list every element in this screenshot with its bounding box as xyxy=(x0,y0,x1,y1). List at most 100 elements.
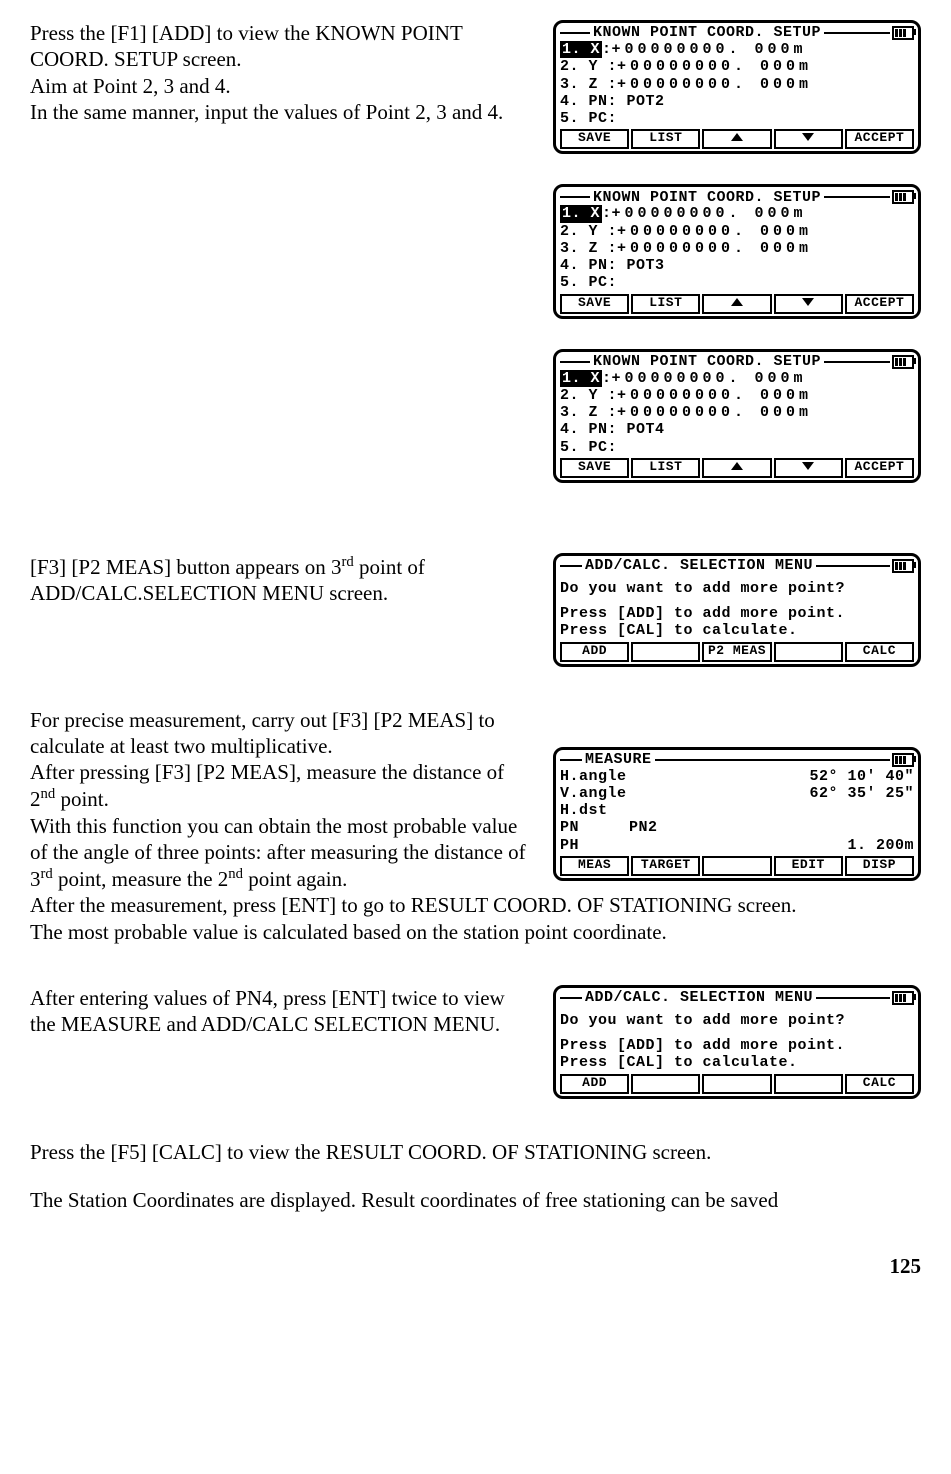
text: After pressing [F3] [P2 MEAS], measure t… xyxy=(30,759,520,813)
battery-icon xyxy=(892,26,914,40)
softkey-list[interactable]: LIST xyxy=(631,129,700,149)
instruction-text-5: Press the [F5] [CALC] to view the RESULT… xyxy=(30,1139,920,1214)
softkey-list[interactable]: LIST xyxy=(631,294,700,314)
softkey-save[interactable]: SAVE xyxy=(560,458,629,478)
instruction-text-4: After entering values of PN4, press [ENT… xyxy=(30,985,520,1038)
field-z-label[interactable]: 3. Z xyxy=(560,404,598,421)
softkey-p2meas[interactable]: P2 MEAS xyxy=(702,642,771,662)
text: The Station Coordinates are displayed. R… xyxy=(30,1187,920,1213)
softkey-blank[interactable] xyxy=(631,642,700,662)
softkey-save[interactable]: SAVE xyxy=(560,129,629,149)
prompt-question: Do you want to add more point? xyxy=(560,1012,914,1029)
softkey-calc[interactable]: CALC xyxy=(845,642,914,662)
device-screen-addcalc: ADD/CALC. SELECTION MENU Do you want to … xyxy=(553,985,921,1099)
softkey-accept[interactable]: ACCEPT xyxy=(845,129,914,149)
softkey-up[interactable] xyxy=(702,458,771,478)
softkey-disp[interactable]: DISP xyxy=(845,856,914,876)
softkey-up[interactable] xyxy=(702,129,771,149)
instruction-text-2: [F3] [P2 MEAS] button appears on 3rd poi… xyxy=(30,553,520,607)
field-x-value: +00000000. 000m xyxy=(612,205,807,222)
field-pn-value: POT4 xyxy=(627,421,665,438)
field-x-label[interactable]: 1. X xyxy=(560,370,602,387)
softkey-down[interactable] xyxy=(774,294,843,314)
device-screen-measure: MEASURE H.angle52° 10′ 40″ V.angle62° 35… xyxy=(553,747,921,881)
field-pc-label[interactable]: 5. PC xyxy=(560,110,608,127)
softkey-accept[interactable]: ACCEPT xyxy=(845,294,914,314)
ph-label: PH xyxy=(560,837,579,854)
field-z-value: +00000000. 000m xyxy=(617,240,812,257)
field-z-value: +00000000. 000m xyxy=(617,76,812,93)
battery-icon xyxy=(892,753,914,767)
field-y-value: +00000000. 000m xyxy=(617,223,812,240)
field-pc-label[interactable]: 5. PC xyxy=(560,439,608,456)
prompt-question: Do you want to add more point? xyxy=(560,580,914,597)
prompt-line1: Press [ADD] to add more point. xyxy=(560,605,914,622)
battery-icon xyxy=(892,991,914,1005)
field-pc-label[interactable]: 5. PC xyxy=(560,274,608,291)
screen-title: KNOWN POINT COORD. SETUP xyxy=(590,353,824,370)
softkey-add[interactable]: ADD xyxy=(560,642,629,662)
ph-value: 1. 200m xyxy=(847,837,914,854)
softkey-calc[interactable]: CALC xyxy=(845,1074,914,1094)
field-y-label[interactable]: 2. Y xyxy=(560,223,598,240)
softkey-up[interactable] xyxy=(702,294,771,314)
prompt-line2: Press [CAL] to calculate. xyxy=(560,622,914,639)
pn-label: PN xyxy=(560,819,579,836)
field-z-label[interactable]: 3. Z xyxy=(560,240,598,257)
text: With this function you can obtain the mo… xyxy=(30,813,540,893)
field-pn-label[interactable]: 4. PN xyxy=(560,421,608,438)
field-y-value: +00000000. 000m xyxy=(617,58,812,75)
battery-icon xyxy=(892,559,914,573)
text: Aim at Point 2, 3 and 4. xyxy=(30,73,520,99)
softkey-blank[interactable] xyxy=(631,1074,700,1094)
hangle-label: H.angle xyxy=(560,768,627,785)
field-y-label[interactable]: 2. Y xyxy=(560,387,598,404)
hangle-value: 52° 10′ 40″ xyxy=(809,768,914,785)
field-pn-label[interactable]: 4. PN xyxy=(560,257,608,274)
field-z-label[interactable]: 3. Z xyxy=(560,76,598,93)
battery-icon xyxy=(892,355,914,369)
softkey-target[interactable]: TARGET xyxy=(631,856,700,876)
field-pn-label[interactable]: 4. PN xyxy=(560,93,608,110)
battery-icon xyxy=(892,190,914,204)
softkey-blank[interactable] xyxy=(774,1074,843,1094)
instruction-text-1: Press the [F1] [ADD] to view the KNOWN P… xyxy=(30,20,520,125)
text: In the same manner, input the values of … xyxy=(30,99,520,125)
screen-title: ADD/CALC. SELECTION MENU xyxy=(582,557,816,574)
softkey-blank[interactable] xyxy=(702,856,771,876)
softkey-blank[interactable] xyxy=(774,642,843,662)
field-x-label[interactable]: 1. X xyxy=(560,41,602,58)
screen-title: ADD/CALC. SELECTION MENU xyxy=(582,989,816,1006)
field-y-value: +00000000. 000m xyxy=(617,387,812,404)
softkey-blank[interactable] xyxy=(702,1074,771,1094)
device-screen-known-point-pot4: KNOWN POINT COORD. SETUP 1. X:+00000000.… xyxy=(553,349,921,483)
text: After entering values of PN4, press [ENT… xyxy=(30,985,520,1038)
field-x-value: +00000000. 000m xyxy=(612,370,807,387)
text: After the measurement, press [ENT] to go… xyxy=(30,892,921,918)
text: The most probable value is calculated ba… xyxy=(30,919,921,945)
softkey-down[interactable] xyxy=(774,129,843,149)
field-z-value: +00000000. 000m xyxy=(617,404,812,421)
softkey-list[interactable]: LIST xyxy=(631,458,700,478)
page-number: 125 xyxy=(30,1253,921,1279)
prompt-line2: Press [CAL] to calculate. xyxy=(560,1054,914,1071)
softkey-edit[interactable]: EDIT xyxy=(774,856,843,876)
screen-title: MEASURE xyxy=(582,751,655,768)
softkey-meas[interactable]: MEAS xyxy=(560,856,629,876)
field-x-label[interactable]: 1. X xyxy=(560,205,602,222)
vangle-label: V.angle xyxy=(560,785,627,802)
softkey-add[interactable]: ADD xyxy=(560,1074,629,1094)
text: Press the [F5] [CALC] to view the RESULT… xyxy=(30,1139,920,1165)
field-pn-value: POT2 xyxy=(627,93,665,110)
text: [F3] [P2 MEAS] button appears on 3rd poi… xyxy=(30,553,520,607)
text: For precise measurement, carry out [F3] … xyxy=(30,707,530,760)
device-screen-known-point-pot2: KNOWN POINT COORD. SETUP 1. X:+00000000.… xyxy=(553,20,921,154)
prompt-line1: Press [ADD] to add more point. xyxy=(560,1037,914,1054)
softkey-accept[interactable]: ACCEPT xyxy=(845,458,914,478)
device-screen-known-point-pot3: KNOWN POINT COORD. SETUP 1. X:+00000000.… xyxy=(553,184,921,318)
softkey-save[interactable]: SAVE xyxy=(560,294,629,314)
field-y-label[interactable]: 2. Y xyxy=(560,58,598,75)
field-x-value: +00000000. 000m xyxy=(612,41,807,58)
screen-title: KNOWN POINT COORD. SETUP xyxy=(590,24,824,41)
softkey-down[interactable] xyxy=(774,458,843,478)
